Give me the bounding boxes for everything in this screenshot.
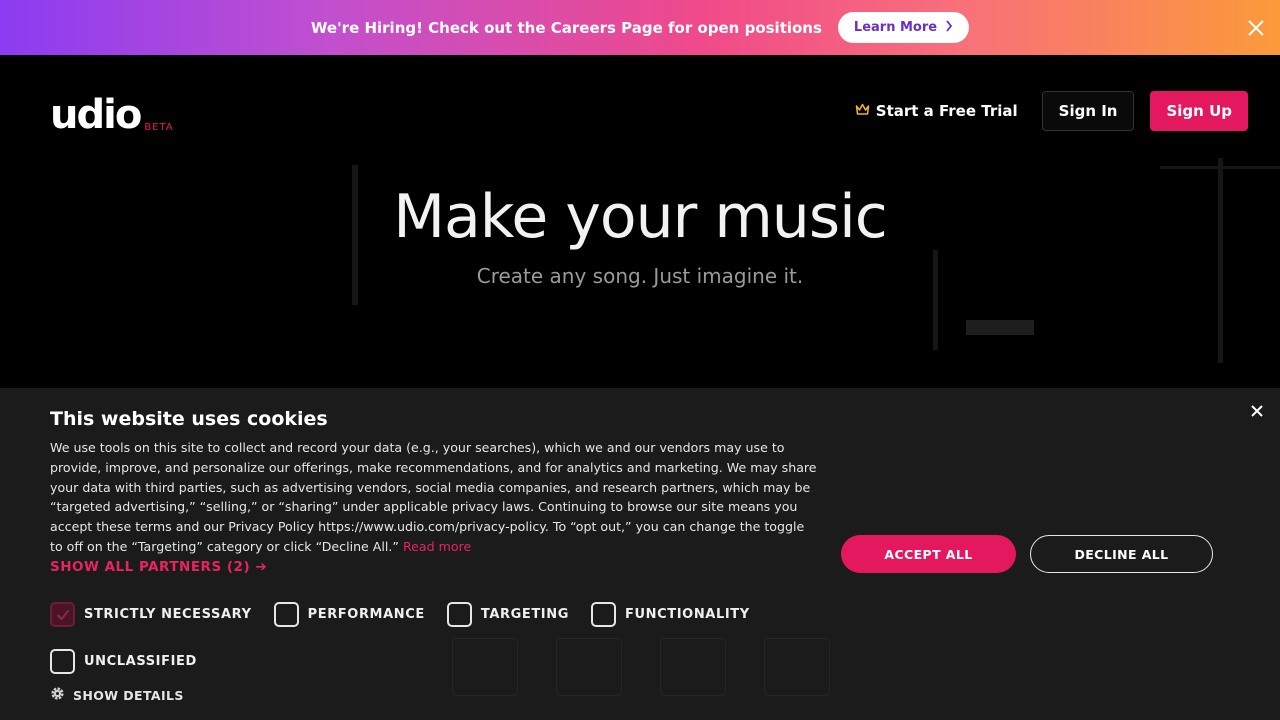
checkbox-label: PERFORMANCE — [307, 607, 425, 622]
cookie-title: This website uses cookies — [50, 408, 328, 430]
checkbox-unclassified[interactable]: UNCLASSIFIED — [50, 649, 197, 674]
hero-title: Make your music — [393, 182, 888, 252]
checkbox-label: FUNCTIONALITY — [625, 607, 750, 622]
cookie-category-row: STRICTLY NECESSARY PERFORMANCE TARGETING… — [50, 602, 772, 627]
checkbox-box — [50, 602, 75, 627]
udio-logo[interactable]: udio BETA — [50, 95, 174, 135]
show-details-toggle[interactable]: SHOW DETAILS — [50, 686, 184, 705]
site-header: udio BETA Start a Free Trial Sign In Sig… — [0, 55, 1280, 165]
ghost-thumbnail — [764, 638, 830, 696]
free-trial-label: Start a Free Trial — [875, 102, 1018, 120]
free-trial-link[interactable]: Start a Free Trial — [855, 102, 1018, 120]
learn-more-button[interactable]: Learn More — [837, 12, 970, 43]
checkbox-targeting[interactable]: TARGETING — [446, 602, 569, 627]
accept-all-button[interactable]: ACCEPT ALL — [841, 535, 1016, 573]
header-nav: Start a Free Trial Sign In Sign Up — [855, 91, 1248, 131]
sign-up-button[interactable]: Sign Up — [1150, 91, 1248, 131]
checkbox-box — [591, 602, 616, 627]
checkbox-performance[interactable]: PERFORMANCE — [273, 602, 425, 627]
hiring-banner: We're Hiring! Check out the Careers Page… — [0, 0, 1280, 55]
checkbox-functionality[interactable]: FUNCTIONALITY — [591, 602, 750, 627]
ghost-thumbnail — [556, 638, 622, 696]
logo-wordmark: udio — [50, 92, 142, 138]
checkbox-strictly-necessary[interactable]: STRICTLY NECESSARY — [50, 602, 252, 627]
read-more-link[interactable]: Read more — [403, 539, 471, 554]
checkbox-box — [446, 602, 472, 627]
checkbox-label: UNCLASSIFIED — [84, 654, 197, 669]
cookie-category-row: UNCLASSIFIED — [50, 649, 219, 674]
gear-icon — [50, 686, 65, 705]
ghost-thumbnail — [660, 638, 726, 696]
cookie-body-text: We use tools on this site to collect and… — [50, 440, 817, 554]
cookie-consent-panel: This website uses cookies We use tools o… — [0, 388, 1280, 720]
cookie-description: We use tools on this site to collect and… — [50, 438, 820, 557]
chevron-right-icon — [945, 19, 953, 36]
hero-decor-block — [966, 320, 1034, 335]
checkbox-label: TARGETING — [480, 607, 569, 622]
ghost-thumbnail — [452, 638, 518, 696]
decline-all-button[interactable]: DECLINE ALL — [1030, 535, 1213, 573]
check-icon — [56, 609, 69, 620]
checkbox-box — [50, 649, 75, 674]
close-icon[interactable] — [1248, 402, 1266, 420]
beta-badge: BETA — [144, 122, 174, 133]
crown-icon — [855, 102, 870, 120]
banner-text: We're Hiring! Check out the Careers Page… — [310, 18, 822, 37]
checkbox-box — [273, 602, 299, 627]
hero-decor-line — [1160, 166, 1280, 169]
learn-more-label: Learn More — [853, 20, 938, 35]
hero-subtitle: Create any song. Just imagine it. — [476, 264, 804, 288]
show-details-label: SHOW DETAILS — [73, 688, 184, 703]
checkbox-label: STRICTLY NECESSARY — [84, 607, 252, 622]
show-all-partners-link[interactable]: SHOW ALL PARTNERS (2) ➔ — [50, 559, 267, 575]
close-icon[interactable] — [1244, 16, 1268, 40]
sign-in-button[interactable]: Sign In — [1041, 91, 1135, 131]
